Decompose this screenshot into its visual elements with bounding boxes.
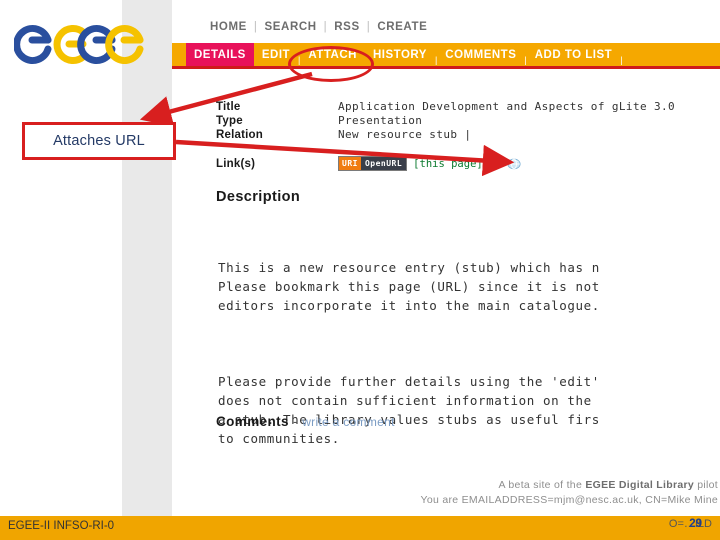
tab-edit[interactable]: EDIT xyxy=(254,43,298,66)
tab-comments[interactable]: COMMENTS xyxy=(437,43,524,66)
description-paragraph-1: This is a new resource entry (stub) whic… xyxy=(218,260,600,313)
metadata-row-type: Type Presentation xyxy=(216,114,716,128)
metadata-value: New resource stub | xyxy=(338,128,472,141)
description-heading: Description xyxy=(216,189,301,205)
links-label: Link(s) xyxy=(216,157,256,170)
site-footer-line1-pre: A beta site of the xyxy=(498,479,586,491)
nav-separator: | xyxy=(253,21,258,33)
openurl-badge[interactable]: URI OpenURL xyxy=(338,156,408,171)
slide-footer-left: EGEE-II INFSO-RI-0 xyxy=(8,520,115,532)
this-page-link[interactable]: [this page] xyxy=(413,157,483,171)
metadata-label: Type xyxy=(216,115,243,127)
metadata-value: Presentation xyxy=(338,114,423,127)
tab-history[interactable]: HISTORY xyxy=(365,43,435,66)
description-paragraph-2: Please provide further details using the… xyxy=(218,374,600,446)
metadata-label: Relation xyxy=(216,129,263,141)
browser-screenshot: HOME | SEARCH | RSS | CREATE DETAILS EDI… xyxy=(172,0,720,516)
write-a-comment-link[interactable]: write a comment xyxy=(302,415,395,429)
openurl-badge-openurl-label: OpenURL xyxy=(360,157,407,170)
comments-heading: Comments xyxy=(216,414,289,429)
nav-item-create[interactable]: CREATE xyxy=(377,21,427,33)
slide-grey-strip xyxy=(122,0,172,516)
metadata-spacer xyxy=(216,142,716,156)
metadata-row-title: Title Application Development and Aspect… xyxy=(216,100,716,114)
slide-bottom-bar: EGEE-II INFSO-RI-0 xyxy=(0,516,720,540)
globe-icon[interactable] xyxy=(507,157,521,171)
site-footer: A beta site of the EGEE Digital Library … xyxy=(172,478,720,508)
metadata-value: Application Development and Aspects of g… xyxy=(338,100,676,113)
attaches-url-callout: Attaches URL xyxy=(22,122,176,160)
openurl-badge-uri-label: URI xyxy=(339,157,361,170)
resource-metadata: Title Application Development and Aspect… xyxy=(216,100,716,171)
tab-bar: DETAILS EDIT | ATTACH HISTORY | COMMENTS… xyxy=(172,43,720,69)
nav-separator: | xyxy=(323,21,328,33)
site-top-nav: HOME | SEARCH | RSS | CREATE xyxy=(172,14,720,40)
comments-dash: - xyxy=(293,414,299,429)
site-footer-line-1: A beta site of the EGEE Digital Library … xyxy=(172,478,718,493)
tab-details[interactable]: DETAILS xyxy=(186,43,254,66)
metadata-row-links: Link(s) URI OpenURL [this page] xyxy=(216,156,716,171)
tab-bar-leading-pad xyxy=(172,43,186,66)
description-body: This is a new resource entry (stub) whic… xyxy=(218,220,720,505)
site-footer-line-2: You are EMAILADDRESS=mjm@nesc.ac.uk, CN=… xyxy=(420,494,718,506)
comments-section: Comments - write a comment xyxy=(216,414,395,429)
tab-separator: | xyxy=(620,55,623,65)
nav-item-search[interactable]: SEARCH xyxy=(265,21,317,33)
tab-add-to-list[interactable]: ADD TO LIST xyxy=(527,43,620,66)
nav-item-home[interactable]: HOME xyxy=(210,21,247,33)
metadata-row-relation: Relation New resource stub | xyxy=(216,128,716,142)
egee-logo xyxy=(14,14,144,66)
site-footer-line1-bold: EGEE Digital Library xyxy=(585,479,695,491)
page-number: 29 xyxy=(689,518,702,530)
metadata-label: Title xyxy=(216,101,241,113)
nav-separator: | xyxy=(366,21,371,33)
nav-item-rss[interactable]: RSS xyxy=(334,21,359,33)
tab-attach[interactable]: ATTACH xyxy=(300,43,365,66)
site-footer-line1-post: pilot xyxy=(694,479,718,491)
